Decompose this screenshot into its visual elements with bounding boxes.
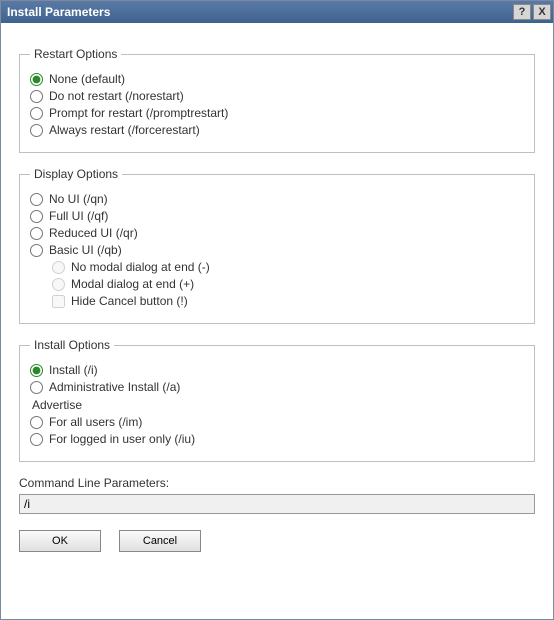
restart-norestart-label[interactable]: Do not restart (/norestart) <box>49 89 184 103</box>
hide-cancel-label[interactable]: Hide Cancel button (!) <box>71 294 188 308</box>
restart-prompt-label[interactable]: Prompt for restart (/promptrestart) <box>49 106 228 120</box>
advertise-all-label[interactable]: For all users (/im) <box>49 415 142 429</box>
basic-modal-radio[interactable] <box>52 278 65 291</box>
dialog-content: Restart Options None (default) Do not re… <box>1 23 553 566</box>
cancel-button[interactable]: Cancel <box>119 530 201 552</box>
hide-cancel-checkbox[interactable] <box>52 295 65 308</box>
restart-force-label[interactable]: Always restart (/forcerestart) <box>49 123 200 137</box>
help-icon: ? <box>519 6 526 18</box>
restart-options-legend: Restart Options <box>30 47 121 61</box>
basic-nomodal-radio[interactable] <box>52 261 65 274</box>
titlebar: Install Parameters ? X <box>1 1 553 23</box>
advertise-user-label[interactable]: For logged in user only (/iu) <box>49 432 195 446</box>
display-basicui-radio[interactable] <box>30 244 43 257</box>
dialog-buttons: OK Cancel <box>19 530 535 552</box>
advertise-all-radio[interactable] <box>30 416 43 429</box>
restart-prompt-radio[interactable] <box>30 107 43 120</box>
basic-nomodal-label[interactable]: No modal dialog at end (-) <box>71 260 210 274</box>
install-options-group: Install Options Install (/i) Administrat… <box>19 338 535 462</box>
install-install-label[interactable]: Install (/i) <box>49 363 98 377</box>
display-basicui-label[interactable]: Basic UI (/qb) <box>49 243 122 257</box>
advertise-user-radio[interactable] <box>30 433 43 446</box>
display-fullui-radio[interactable] <box>30 210 43 223</box>
close-button[interactable]: X <box>533 4 551 20</box>
display-reducedui-radio[interactable] <box>30 227 43 240</box>
close-icon: X <box>538 6 545 18</box>
dialog-window: Install Parameters ? X Restart Options N… <box>0 0 554 620</box>
restart-force-radio[interactable] <box>30 124 43 137</box>
install-install-radio[interactable] <box>30 364 43 377</box>
command-line-label: Command Line Parameters: <box>19 476 535 490</box>
help-button[interactable]: ? <box>513 4 531 20</box>
install-options-legend: Install Options <box>30 338 114 352</box>
display-noui-radio[interactable] <box>30 193 43 206</box>
install-admin-radio[interactable] <box>30 381 43 394</box>
display-options-group: Display Options No UI (/qn) Full UI (/qf… <box>19 167 535 324</box>
basic-modal-label[interactable]: Modal dialog at end (+) <box>71 277 194 291</box>
restart-norestart-radio[interactable] <box>30 90 43 103</box>
advertise-label: Advertise <box>32 398 524 412</box>
command-line-input[interactable] <box>19 494 535 514</box>
install-admin-label[interactable]: Administrative Install (/a) <box>49 380 180 394</box>
restart-none-radio[interactable] <box>30 73 43 86</box>
ok-button[interactable]: OK <box>19 530 101 552</box>
dialog-title: Install Parameters <box>7 5 513 19</box>
display-options-legend: Display Options <box>30 167 122 181</box>
restart-options-group: Restart Options None (default) Do not re… <box>19 47 535 153</box>
display-reducedui-label[interactable]: Reduced UI (/qr) <box>49 226 138 240</box>
display-fullui-label[interactable]: Full UI (/qf) <box>49 209 108 223</box>
display-noui-label[interactable]: No UI (/qn) <box>49 192 108 206</box>
restart-none-label[interactable]: None (default) <box>49 72 125 86</box>
